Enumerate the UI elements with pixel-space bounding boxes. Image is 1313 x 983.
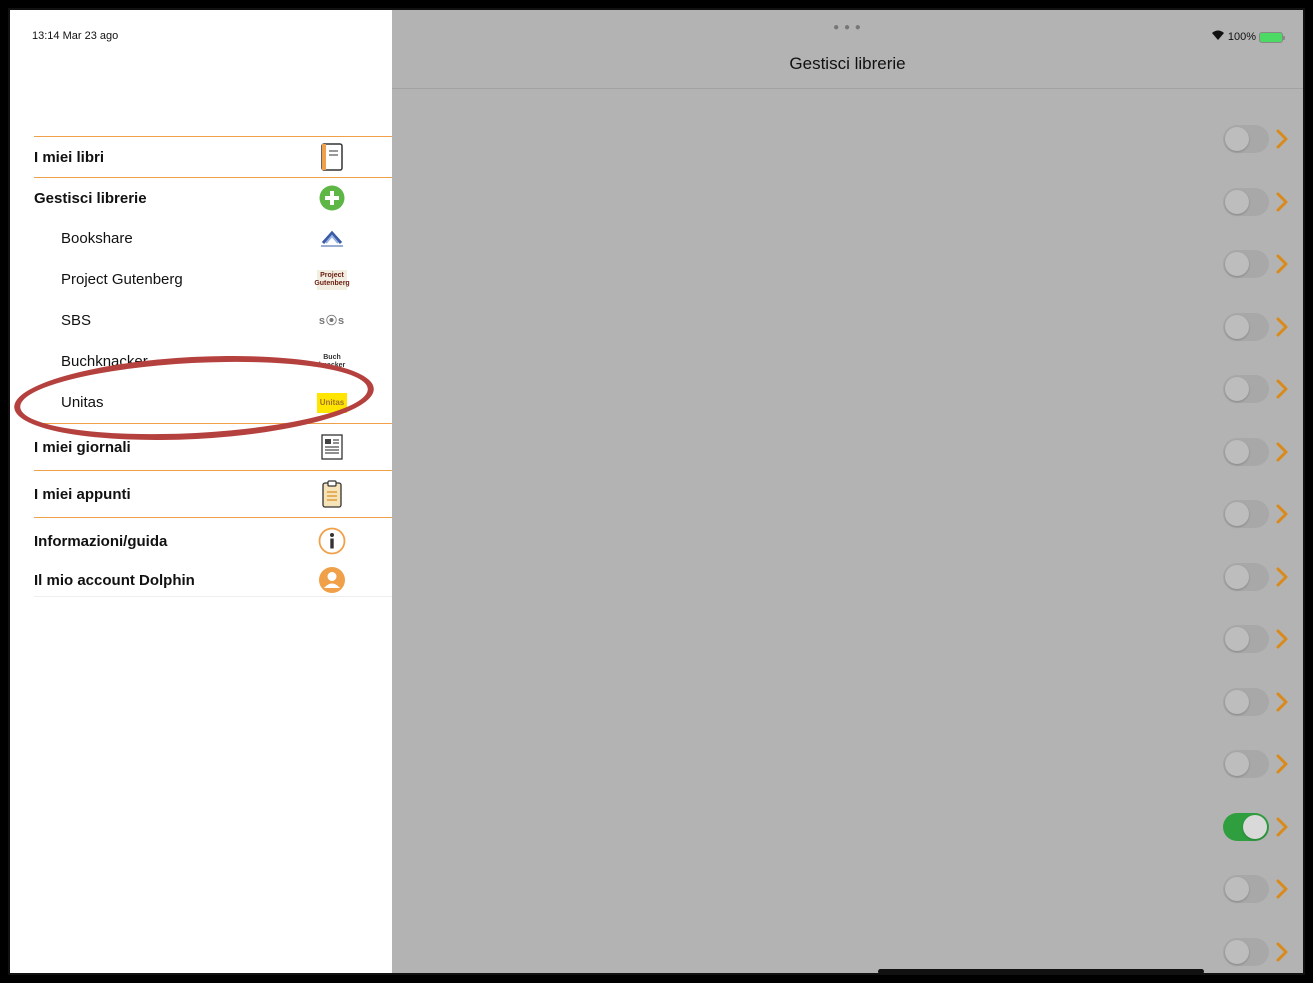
sidebar-item-project-gutenberg[interactable]: Project Gutenberg Project Gutenberg [34, 259, 392, 300]
sidebar-item-buchknacker[interactable]: Buchknacker Buch knacker [34, 341, 392, 382]
chevron-right-icon[interactable] [1275, 377, 1289, 401]
status-right: 100% [1211, 30, 1285, 44]
chevron-right-icon[interactable] [1275, 877, 1289, 901]
library-toggle-row [1209, 921, 1289, 974]
library-toggle-row [1209, 796, 1289, 859]
library-toggle-list [1209, 108, 1289, 974]
add-circle-icon [317, 183, 347, 213]
chevron-right-icon[interactable] [1275, 815, 1289, 839]
library-toggle-switch[interactable] [1223, 125, 1269, 154]
toggle-knob [1225, 502, 1249, 527]
toggle-knob [1225, 439, 1249, 464]
sidebar-item-my-books[interactable]: I miei libri [34, 136, 392, 177]
library-toggle-switch[interactable] [1223, 187, 1269, 216]
library-toggle-switch[interactable] [1223, 750, 1269, 779]
sidebar-item-account[interactable]: Il mio account Dolphin [34, 564, 392, 597]
sidebar-item-sbs[interactable]: SBS s⦿s [34, 300, 392, 341]
toggle-knob [1225, 189, 1249, 214]
chevron-right-icon[interactable] [1275, 940, 1289, 964]
library-toggle-switch[interactable] [1223, 812, 1269, 841]
chevron-right-icon[interactable] [1275, 190, 1289, 214]
status-time: 13:14 Mar 23 ago [32, 30, 119, 42]
bookshare-logo [317, 224, 347, 254]
wifi-icon [1211, 30, 1225, 44]
sidebar-menu: I miei libri Gestisci librerie Bookshare… [34, 136, 392, 597]
chevron-right-icon[interactable] [1275, 127, 1289, 151]
chevron-right-icon[interactable] [1275, 752, 1289, 776]
sbs-logo: s⦿s [317, 306, 347, 336]
gutenberg-logo: Project Gutenberg [314, 265, 350, 295]
info-icon [317, 526, 347, 556]
library-toggle-switch[interactable] [1223, 375, 1269, 404]
library-toggle-switch[interactable] [1223, 312, 1269, 341]
chevron-right-icon[interactable] [1275, 627, 1289, 651]
toggle-knob [1225, 877, 1249, 902]
library-toggle-switch[interactable] [1223, 437, 1269, 466]
library-toggle-switch[interactable] [1223, 625, 1269, 654]
unitas-logo: Unitas [317, 388, 347, 418]
nav-divider [392, 88, 1303, 89]
chevron-right-icon[interactable] [1275, 440, 1289, 464]
battery-percent: 100% [1227, 31, 1256, 43]
library-toggle-row [1209, 608, 1289, 671]
sidebar-item-my-notes[interactable]: I miei appunti [34, 470, 392, 517]
book-icon [317, 142, 347, 172]
multitasking-dots[interactable]: ● ● ● [392, 22, 1303, 33]
sidebar-item-my-newspapers[interactable]: I miei giornali [34, 423, 392, 470]
library-toggle-row [1209, 733, 1289, 796]
sbs-logo-text: s⦿s [318, 314, 346, 327]
library-toggle-row [1209, 858, 1289, 921]
newspaper-icon [317, 432, 347, 462]
chevron-right-icon[interactable] [1275, 252, 1289, 276]
toggle-knob [1225, 252, 1249, 277]
sidebar-item-manage-libraries[interactable]: Gestisci librerie [34, 177, 392, 218]
clipboard-icon [317, 479, 347, 509]
library-toggle-switch[interactable] [1223, 250, 1269, 279]
toggle-knob [1225, 377, 1249, 402]
page-title: Gestisci librerie [789, 54, 906, 73]
library-toggle-switch[interactable] [1223, 500, 1269, 529]
account-icon [317, 565, 347, 595]
sidebar-item-info-guide[interactable]: Informazioni/guida [34, 517, 392, 564]
ipad-screen: 13:14 Mar 23 ago I miei libri Gestisci l… [8, 8, 1305, 975]
buchknacker-logo: Buch knacker [317, 347, 347, 377]
toggle-knob [1225, 564, 1249, 589]
library-toggle-row [1209, 546, 1289, 609]
sidebar-item-bookshare[interactable]: Bookshare [34, 218, 392, 259]
toggle-knob [1225, 939, 1249, 964]
sidebar-item-unitas[interactable]: Unitas Unitas [34, 382, 392, 423]
library-toggle-row [1209, 233, 1289, 296]
library-toggle-row [1209, 296, 1289, 359]
unitas-logo-text: Unitas [317, 392, 347, 413]
toggle-knob [1225, 627, 1249, 652]
library-toggle-row [1209, 671, 1289, 734]
toggle-knob [1243, 814, 1267, 839]
library-toggle-switch[interactable] [1223, 875, 1269, 904]
gutenberg-logo-text: Project Gutenberg [314, 269, 350, 290]
chevron-right-icon[interactable] [1275, 502, 1289, 526]
library-toggle-row [1209, 108, 1289, 171]
library-toggle-row [1209, 483, 1289, 546]
chevron-right-icon[interactable] [1275, 565, 1289, 589]
sidebar: 13:14 Mar 23 ago I miei libri Gestisci l… [10, 10, 392, 973]
library-toggle-switch[interactable] [1223, 937, 1269, 966]
library-toggle-switch[interactable] [1223, 562, 1269, 591]
toggle-knob [1225, 689, 1249, 714]
chevron-right-icon[interactable] [1275, 315, 1289, 339]
chevron-right-icon[interactable] [1275, 690, 1289, 714]
battery-icon [1259, 31, 1285, 43]
home-indicator[interactable] [878, 969, 1204, 973]
library-toggle-switch[interactable] [1223, 687, 1269, 716]
toggle-knob [1225, 314, 1249, 339]
toggle-knob [1225, 752, 1249, 777]
library-toggle-row [1209, 171, 1289, 234]
buchknacker-logo-text: Buch knacker [318, 353, 346, 369]
library-toggle-row [1209, 358, 1289, 421]
toggle-knob [1225, 127, 1249, 152]
library-toggle-row [1209, 421, 1289, 484]
main-content: ● ● ● 100% Gestisci librerie [392, 10, 1303, 973]
